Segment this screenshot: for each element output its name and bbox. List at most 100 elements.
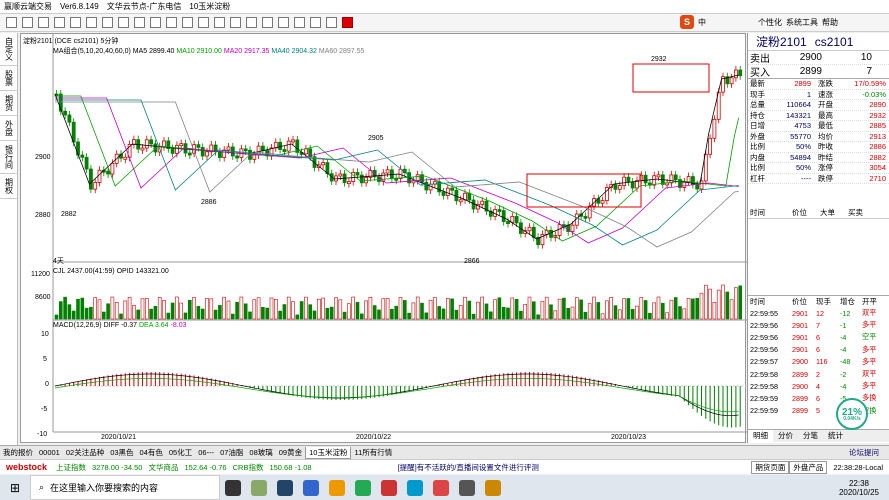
volume-bar <box>385 298 390 320</box>
tab-06[interactable]: 06--- <box>195 448 217 457</box>
buy-row: 买入 2899 7 <box>748 65 889 79</box>
forward-icon[interactable] <box>38 17 49 28</box>
futures-page-button[interactable]: 期货页面 <box>751 460 790 474</box>
tab-00001[interactable]: 00001 <box>36 448 63 457</box>
volume-bar <box>691 298 695 320</box>
record-icon[interactable] <box>342 17 353 28</box>
news-icon[interactable] <box>134 17 145 28</box>
plugin-icon[interactable] <box>326 17 337 28</box>
app5-icon[interactable] <box>355 479 371 496</box>
settings-icon[interactable] <box>150 17 161 28</box>
tab-nonferrous[interactable]: 04有色 <box>137 447 166 458</box>
tab-watchlist[interactable]: 02关注品种 <box>63 447 107 458</box>
tab-stats[interactable]: 统计 <box>823 430 848 442</box>
volume-bar <box>304 296 308 320</box>
taskbar-clock[interactable]: 22:38 2020/10/25 <box>839 479 879 497</box>
tab-chemical[interactable]: 05化工 <box>166 447 195 458</box>
sidebar-item-options[interactable]: 期权 <box>0 174 18 199</box>
sogou-logo-icon[interactable]: S <box>680 15 694 29</box>
trade-head-price: 价位 <box>792 297 807 306</box>
app6-icon[interactable] <box>381 479 397 496</box>
candle-body <box>738 69 743 77</box>
draw-icon[interactable] <box>166 17 177 28</box>
app10-icon[interactable] <box>485 479 501 496</box>
tab-tick[interactable]: 分笔 <box>798 430 823 442</box>
sidebar-item-custom[interactable]: 自定义 <box>0 33 18 66</box>
speed-badge[interactable]: 21% 0.04K/s <box>836 398 868 430</box>
volume-bar <box>553 310 558 320</box>
chart-icon[interactable] <box>86 17 97 28</box>
foreign-product-button[interactable]: 外盘产品 <box>789 460 828 474</box>
chat-icon[interactable] <box>294 17 305 28</box>
taskbar-search[interactable]: ⌕ 在这里输入你要搜索的内容 <box>30 475 220 500</box>
tab-all[interactable]: 11所有行情 <box>351 447 395 458</box>
app3-icon[interactable] <box>303 479 319 496</box>
trade-icon[interactable] <box>262 17 273 28</box>
menu-system-tools[interactable]: 系统工具 <box>786 17 818 28</box>
zoom-icon[interactable] <box>182 17 193 28</box>
order-icon[interactable] <box>214 17 225 28</box>
volume-bar <box>200 308 205 320</box>
app9-icon[interactable] <box>459 479 475 496</box>
sidebar-item-futures[interactable]: 期货 <box>0 91 18 116</box>
tab-corn-starch[interactable]: 10玉米淀粉 <box>305 446 352 459</box>
task-view-icon[interactable] <box>225 479 241 496</box>
notice-text[interactable]: [提醒]有不活跃的/直播间设置文件进行评测 <box>395 462 542 473</box>
volume-bar <box>600 313 605 320</box>
menu-personalize[interactable]: 个性化 <box>758 17 782 28</box>
volume-bar <box>660 302 665 320</box>
folder-icon[interactable] <box>329 479 345 496</box>
volume-bar <box>592 296 596 320</box>
kline-icon[interactable] <box>102 17 113 28</box>
tab-my-quotes[interactable]: 我的报价 <box>0 447 36 458</box>
app7-icon[interactable] <box>407 479 423 496</box>
menu-help[interactable]: 帮助 <box>822 17 838 28</box>
monitor-icon[interactable] <box>310 17 321 28</box>
candle-body <box>557 224 562 236</box>
sidebar-item-interbank[interactable]: 银行间 <box>0 141 18 174</box>
tab-glass[interactable]: 08玻璃 <box>246 447 275 458</box>
calc-icon[interactable] <box>246 17 257 28</box>
trade-cell: 2901 <box>792 308 808 318</box>
tab-oils[interactable]: 07油脂 <box>217 447 246 458</box>
tab-ferrous[interactable]: 03黑色 <box>107 447 136 458</box>
ime-lang[interactable]: 中 <box>698 17 706 28</box>
app1-icon[interactable] <box>251 479 267 496</box>
volume-bar <box>673 297 678 320</box>
quote-label: 昨结 <box>818 152 833 162</box>
kline-chart-svg[interactable] <box>21 34 747 444</box>
tab-price[interactable]: 分价 <box>773 430 798 442</box>
quote-value: 3054 <box>869 163 886 173</box>
kline-chart-panel[interactable]: 淀粉2101 (DCE cs2101) 5分钟 MA组合(5,10,20,40,… <box>20 33 747 444</box>
refresh-icon[interactable] <box>54 17 65 28</box>
quote-label: 外盘 <box>750 131 765 141</box>
list-icon[interactable] <box>118 17 129 28</box>
alert-icon[interactable] <box>230 17 241 28</box>
volume-bar <box>441 308 446 320</box>
quote-label: 最高 <box>818 110 833 120</box>
windows-start-icon[interactable]: ⊞ <box>0 475 30 500</box>
tab-detail[interactable]: 明细 <box>748 430 773 442</box>
volume-bar <box>480 296 485 320</box>
volume-bar <box>678 306 682 320</box>
tab-gold[interactable]: 09黄金 <box>276 447 305 458</box>
volume-bar <box>394 305 399 320</box>
grid-icon[interactable] <box>198 17 209 28</box>
sidebar-item-stocks[interactable]: 股票 <box>0 66 18 91</box>
forum-link[interactable]: 论坛提问 <box>849 447 889 458</box>
quote-icon[interactable] <box>70 17 81 28</box>
home-icon[interactable] <box>6 17 17 28</box>
tick-head-side: 买卖 <box>848 208 863 217</box>
sidebar-item-foreign[interactable]: 外盘 <box>0 116 18 141</box>
highlight-box-peak <box>632 63 710 93</box>
candle-body <box>643 174 648 184</box>
app2-icon[interactable] <box>277 479 293 496</box>
diff-label: DIFF -0.37 <box>103 322 138 329</box>
app8-icon[interactable] <box>433 479 449 496</box>
account-icon[interactable] <box>278 17 289 28</box>
candle-body <box>140 147 145 151</box>
quote-label: 杠杆 <box>750 173 765 183</box>
trade-row: 22:59:56 2901 6 -4 多平 <box>748 344 889 356</box>
back-icon[interactable] <box>22 17 33 28</box>
trade-cell: 2899 <box>792 393 808 403</box>
